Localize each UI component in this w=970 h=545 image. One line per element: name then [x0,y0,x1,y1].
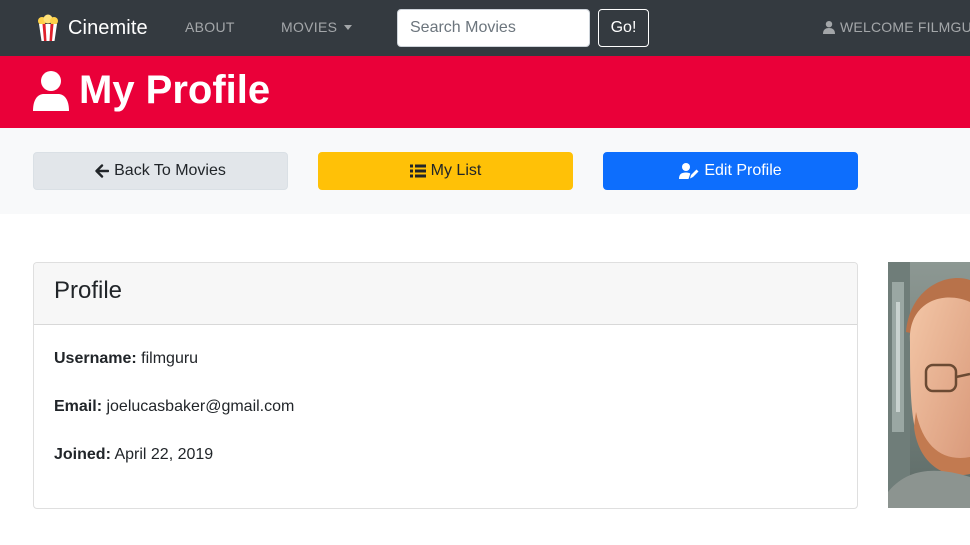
popcorn-icon [38,14,58,41]
page-title-group: My Profile [33,68,270,113]
page-header: My Profile [0,56,970,128]
search-button[interactable]: Go! [598,9,649,47]
brand-name: Cinemite [68,16,148,39]
page-title: My Profile [79,68,271,112]
back-to-movies-button[interactable]: Back To Movies [33,152,288,190]
username-value: filmguru [141,350,199,367]
caret-down-icon [344,24,353,30]
profile-card: Profile Username: filmguru Email: joeluc… [33,262,858,509]
joined-label: Joined: [54,446,111,463]
email-label: Email: [54,398,103,415]
list-icon [409,164,426,178]
welcome-text: WELCOME FILMGURU [840,19,970,35]
nav-about-link[interactable]: ABOUT [185,19,235,35]
action-bar: Back To Movies My List Edit Profile [0,128,970,214]
username-row: Username: filmguru [54,347,837,371]
profile-photo-image [888,262,970,508]
user-edit-icon [679,163,699,179]
navbar: Cinemite ABOUT MOVIES Go! WELCOME FILMGU… [0,0,970,56]
profile-card-body: Username: filmguru Email: joelucasbaker@… [34,325,857,513]
brand-link[interactable]: Cinemite [36,14,148,42]
nav-movies-label: MOVIES [281,19,338,35]
user-icon [33,70,69,111]
profile-card-title: Profile [54,277,123,304]
joined-value: April 22, 2019 [114,446,214,463]
username-label: Username: [54,350,137,367]
welcome-user-link[interactable]: WELCOME FILMGURU [823,19,970,35]
back-button-label: Back To Movies [114,162,226,179]
joined-row: Joined: April 22, 2019 [54,443,837,467]
edit-profile-button-label: Edit Profile [704,162,782,179]
search-input[interactable] [397,9,590,47]
nav-movies-dropdown[interactable]: MOVIES [281,19,353,35]
arrow-left-icon [95,164,110,178]
email-value: joelucasbaker@gmail.com [106,398,295,415]
edit-profile-button[interactable]: Edit Profile [603,152,858,190]
email-row: Email: joelucasbaker@gmail.com [54,395,837,419]
profile-photo [888,262,970,508]
user-icon [823,20,835,34]
my-list-button[interactable]: My List [318,152,573,190]
profile-card-header: Profile [34,263,857,325]
my-list-button-label: My List [430,162,482,179]
